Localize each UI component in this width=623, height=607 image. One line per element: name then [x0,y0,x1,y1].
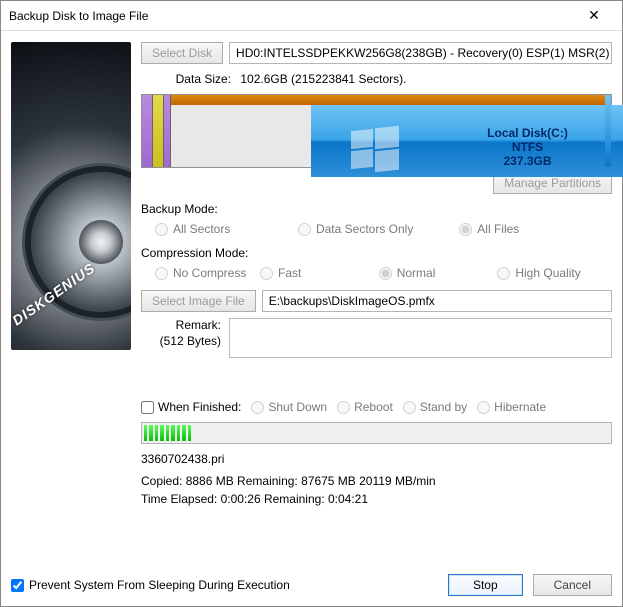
current-file: 3360702438.pri [141,452,612,466]
partition-msr[interactable] [164,95,171,167]
backup-mode-group: Backup Mode: All Sectors Data Sectors On… [141,202,612,236]
windows-logo-icon [351,127,399,171]
remark-bytes-label: (512 Bytes) [141,334,221,350]
when-finished-checkbox[interactable]: When Finished: [141,400,241,414]
compression-mode-group: Compression Mode: No Compress Fast Norma… [141,246,612,280]
compression-high[interactable]: High Quality [497,266,612,280]
compression-none[interactable]: No Compress [141,266,256,280]
select-disk-row: Select Disk HD0:INTELSSDPEKKW256G8(238GB… [141,42,612,64]
main-panel: Select Disk HD0:INTELSSDPEKKW256G8(238GB… [141,42,612,596]
when-finished-reboot[interactable]: Reboot [337,400,393,414]
close-icon[interactable]: ✕ [574,7,614,24]
data-size-row: Data Size: 102.6GB (215223841 Sectors). [141,72,612,86]
compression-mode-title: Compression Mode: [141,246,612,260]
image-file-path: E:\backups\DiskImageOS.pmfx [262,290,612,312]
partition-map: Local Disk(C:) NTFS 237.3GB [141,94,612,168]
partition-local-disk-c[interactable]: Local Disk(C:) NTFS 237.3GB [311,105,623,177]
partition-size: 237.3GB [503,154,551,168]
select-image-file-button[interactable]: Select Image File [141,290,256,312]
image-file-row: Select Image File E:\backups\DiskImageOS… [141,290,612,312]
select-disk-button[interactable]: Select Disk [141,42,223,64]
remark-row: Remark: (512 Bytes) [141,318,612,358]
partition-name: Local Disk(C:) [487,126,568,140]
titlebar: Backup Disk to Image File ✕ [1,1,622,31]
backup-mode-all-sectors[interactable]: All Sectors [141,222,294,236]
when-finished-standby[interactable]: Stand by [403,400,467,414]
backup-mode-title: Backup Mode: [141,202,612,216]
when-finished-row: When Finished: Shut Down Reboot Stand by… [141,400,612,414]
prevent-sleep-checkbox[interactable]: Prevent System From Sleeping During Exec… [11,578,448,592]
stop-button[interactable]: Stop [448,574,523,596]
cancel-button[interactable]: Cancel [533,574,612,596]
partition-tail[interactable] [605,95,611,167]
window-title: Backup Disk to Image File [9,9,574,23]
backup-dialog: Backup Disk to Image File ✕ DISKGENIUS S… [0,0,623,607]
partition-esp[interactable] [153,95,164,167]
progress-stats: Copied: 8886 MB Remaining: 87675 MB 2011… [141,472,612,508]
progress-copied-line: Copied: 8886 MB Remaining: 87675 MB 2011… [141,472,612,490]
partition-fs: NTFS [512,140,543,154]
brand-label: DISKGENIUS [11,260,98,329]
backup-mode-all-files[interactable]: All Files [459,222,612,236]
compression-normal[interactable]: Normal [379,266,494,280]
data-size-label: Data Size: [161,72,231,86]
data-size-value: 102.6GB (215223841 Sectors). [240,72,406,86]
remark-textarea[interactable] [229,318,612,358]
progress-time-line: Time Elapsed: 0:00:26 Remaining: 0:04:21 [141,490,612,508]
disk-path-field: HD0:INTELSSDPEKKW256G8(238GB) - Recovery… [229,42,612,64]
diskmap-header-stripe [142,95,611,105]
bottom-bar: Prevent System From Sleeping During Exec… [11,574,612,596]
progress-fill [144,425,191,441]
progress-bar [141,422,612,444]
content: DISKGENIUS Select Disk HD0:INTELSSDPEKKW… [1,32,622,606]
partition-recovery[interactable] [142,95,153,167]
compression-fast[interactable]: Fast [260,266,375,280]
when-finished-shutdown[interactable]: Shut Down [251,400,327,414]
when-finished-hibernate[interactable]: Hibernate [477,400,546,414]
remark-label: Remark: [141,318,221,334]
disk-illustration: DISKGENIUS [11,42,131,350]
backup-mode-data-only[interactable]: Data Sectors Only [298,222,455,236]
